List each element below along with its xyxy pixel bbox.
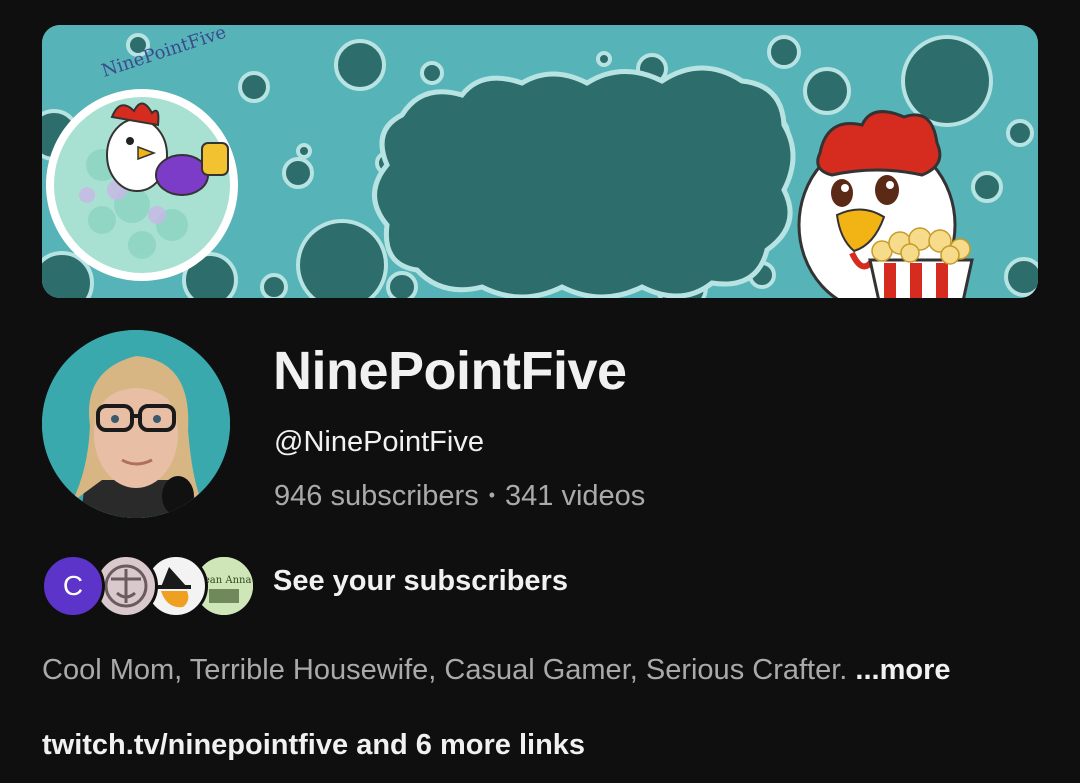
channel-avatar[interactable]: [42, 330, 230, 518]
profile-photo: [42, 330, 230, 518]
see-subscribers-link[interactable]: See your subscribers: [273, 565, 568, 598]
primary-link[interactable]: twitch.tv/ninepointfive: [42, 729, 348, 761]
channel-page: NinePointFive NinePointFive @NinePointFi…: [0, 0, 1080, 783]
stats-separator: •: [488, 485, 496, 505]
channel-description[interactable]: Cool Mom, Terrible Housewife, Casual Gam…: [42, 654, 951, 687]
channel-links[interactable]: twitch.tv/ninepointfive and 6 more links: [42, 729, 585, 762]
description-more-button[interactable]: ...more: [855, 654, 950, 686]
channel-handle: @NinePointFive: [274, 426, 484, 458]
see-subscribers-row[interactable]: C Bean Anna See your subscribers: [41, 553, 568, 618]
description-text: Cool Mom, Terrible Housewife, Casual Gam…: [42, 654, 848, 686]
channel-banner[interactable]: NinePointFive: [42, 25, 1038, 298]
channel-name: NinePointFive: [273, 341, 627, 401]
video-count: 341 videos: [505, 480, 646, 512]
subscriber-avatar-initial: C: [41, 554, 105, 618]
banner-art: NinePointFive: [42, 25, 1038, 298]
channel-stats: 946 subscribers • 341 videos: [274, 480, 645, 513]
subscriber-count: 946 subscribers: [274, 480, 479, 512]
more-links-button[interactable]: and 6 more links: [356, 729, 585, 761]
subscriber-avatars: C Bean Anna: [41, 553, 256, 618]
